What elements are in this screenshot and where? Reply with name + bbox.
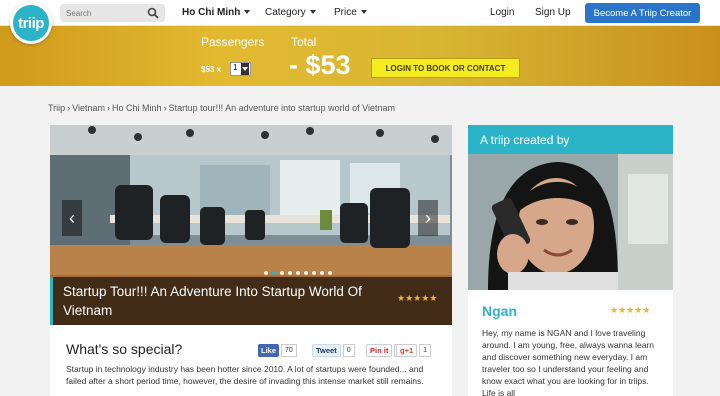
creator-bio: Hey, my name is NGAN and I love travelin… bbox=[482, 328, 654, 396]
logo-text: triip bbox=[18, 14, 44, 32]
top-navbar: Ho Chi Minh Category Price Login Sign Up… bbox=[0, 0, 720, 26]
total-amount: - $53 bbox=[289, 50, 351, 80]
carousel-dot[interactable] bbox=[264, 271, 268, 275]
carousel-dot[interactable] bbox=[296, 271, 300, 275]
category-dropdown[interactable]: Category bbox=[265, 7, 316, 18]
facebook-count: 70 bbox=[281, 343, 297, 357]
passenger-count-value: 1 bbox=[233, 63, 238, 72]
carousel-dot[interactable] bbox=[328, 271, 332, 275]
breadcrumb-separator: › bbox=[163, 103, 167, 113]
breadcrumb-separator: › bbox=[107, 103, 111, 113]
tweet-button[interactable]: Tweet bbox=[312, 343, 341, 357]
whats-special-section: What's so special? Like 70 Tweet 0 Pin i… bbox=[50, 325, 452, 396]
breadcrumb-current: Startup tour!!! An adventure into startu… bbox=[168, 103, 396, 113]
breadcrumb-vietnam[interactable]: Vietnam bbox=[72, 103, 105, 113]
creator-card: A triip created by Ngan ★★★★★ Hey, my na… bbox=[468, 125, 673, 396]
gplus-share[interactable]: g+1 1 bbox=[396, 343, 432, 357]
price-per-person: $53 x bbox=[201, 65, 222, 74]
price-label: Price bbox=[334, 7, 357, 18]
gplus-button[interactable]: g+1 bbox=[396, 343, 418, 357]
tour-title: Startup Tour!!! An Adventure Into Startu… bbox=[63, 284, 362, 318]
tour-photo-carousel[interactable]: ‹ › Startup Tour!!! An Adventure Into St… bbox=[50, 125, 452, 325]
carousel-dot[interactable] bbox=[280, 271, 284, 275]
carousel-dot[interactable] bbox=[288, 271, 292, 275]
carousel-next-button[interactable]: › bbox=[418, 200, 438, 236]
facebook-share[interactable]: Like 70 bbox=[258, 343, 297, 357]
creator-rating-stars: ★★★★★ bbox=[610, 305, 651, 315]
gplus-count: 1 bbox=[419, 343, 432, 357]
location-label: Ho Chi Minh bbox=[182, 7, 241, 18]
tour-rating-stars: ★★★★★ bbox=[397, 293, 438, 303]
breadcrumb-separator: › bbox=[67, 103, 71, 113]
facebook-like-button[interactable]: Like bbox=[258, 343, 280, 357]
carousel-dot[interactable] bbox=[304, 271, 308, 275]
tour-description: Startup in technology industry has been … bbox=[66, 364, 424, 386]
total-label: Total bbox=[291, 35, 317, 49]
whats-special-heading: What's so special? bbox=[66, 341, 183, 357]
category-label: Category bbox=[265, 7, 306, 18]
price-dropdown[interactable]: Price bbox=[334, 7, 367, 18]
passenger-count-select[interactable]: 1 bbox=[230, 62, 251, 76]
carousel-dot[interactable] bbox=[312, 271, 316, 275]
breadcrumb-triip[interactable]: Triip bbox=[48, 103, 65, 113]
creator-card-heading: A triip created by bbox=[468, 125, 673, 154]
search-icon[interactable] bbox=[147, 7, 159, 19]
signup-link[interactable]: Sign Up bbox=[535, 7, 571, 18]
twitter-share[interactable]: Tweet 0 bbox=[312, 343, 355, 357]
chevron-down-icon bbox=[309, 10, 316, 15]
carousel-dot[interactable] bbox=[272, 271, 276, 275]
breadcrumb-hochiminh[interactable]: Ho Chi Minh bbox=[112, 103, 162, 113]
creator-portrait bbox=[468, 154, 673, 290]
tour-caption: Startup Tour!!! An Adventure Into Startu… bbox=[50, 277, 452, 325]
chevron-down-icon bbox=[241, 63, 249, 75]
carousel-prev-button[interactable]: ‹ bbox=[62, 200, 82, 236]
triip-logo[interactable]: triip bbox=[10, 2, 52, 44]
twitter-count: 0 bbox=[342, 343, 355, 357]
pin-it-button[interactable]: Pin it bbox=[366, 343, 393, 357]
creator-photo bbox=[468, 154, 673, 290]
login-to-book-button[interactable]: LOGIN TO BOOK OR CONTACT bbox=[371, 58, 520, 78]
login-link[interactable]: Login bbox=[490, 7, 514, 18]
booking-banner: Passengers Total $53 x 1 - $53 LOGIN TO … bbox=[0, 26, 720, 86]
carousel-dots bbox=[264, 271, 332, 275]
breadcrumb: Triip › Vietnam › Ho Chi Minh › Startup tour!!… bbox=[48, 103, 395, 113]
chevron-down-icon bbox=[360, 10, 367, 15]
chevron-down-icon bbox=[244, 10, 251, 15]
location-dropdown[interactable]: Ho Chi Minh bbox=[182, 7, 251, 18]
creator-name[interactable]: Ngan bbox=[482, 303, 517, 319]
carousel-dot[interactable] bbox=[320, 271, 324, 275]
passengers-label: Passengers bbox=[201, 35, 265, 49]
become-creator-button[interactable]: Become A Triip Creator bbox=[585, 3, 700, 23]
